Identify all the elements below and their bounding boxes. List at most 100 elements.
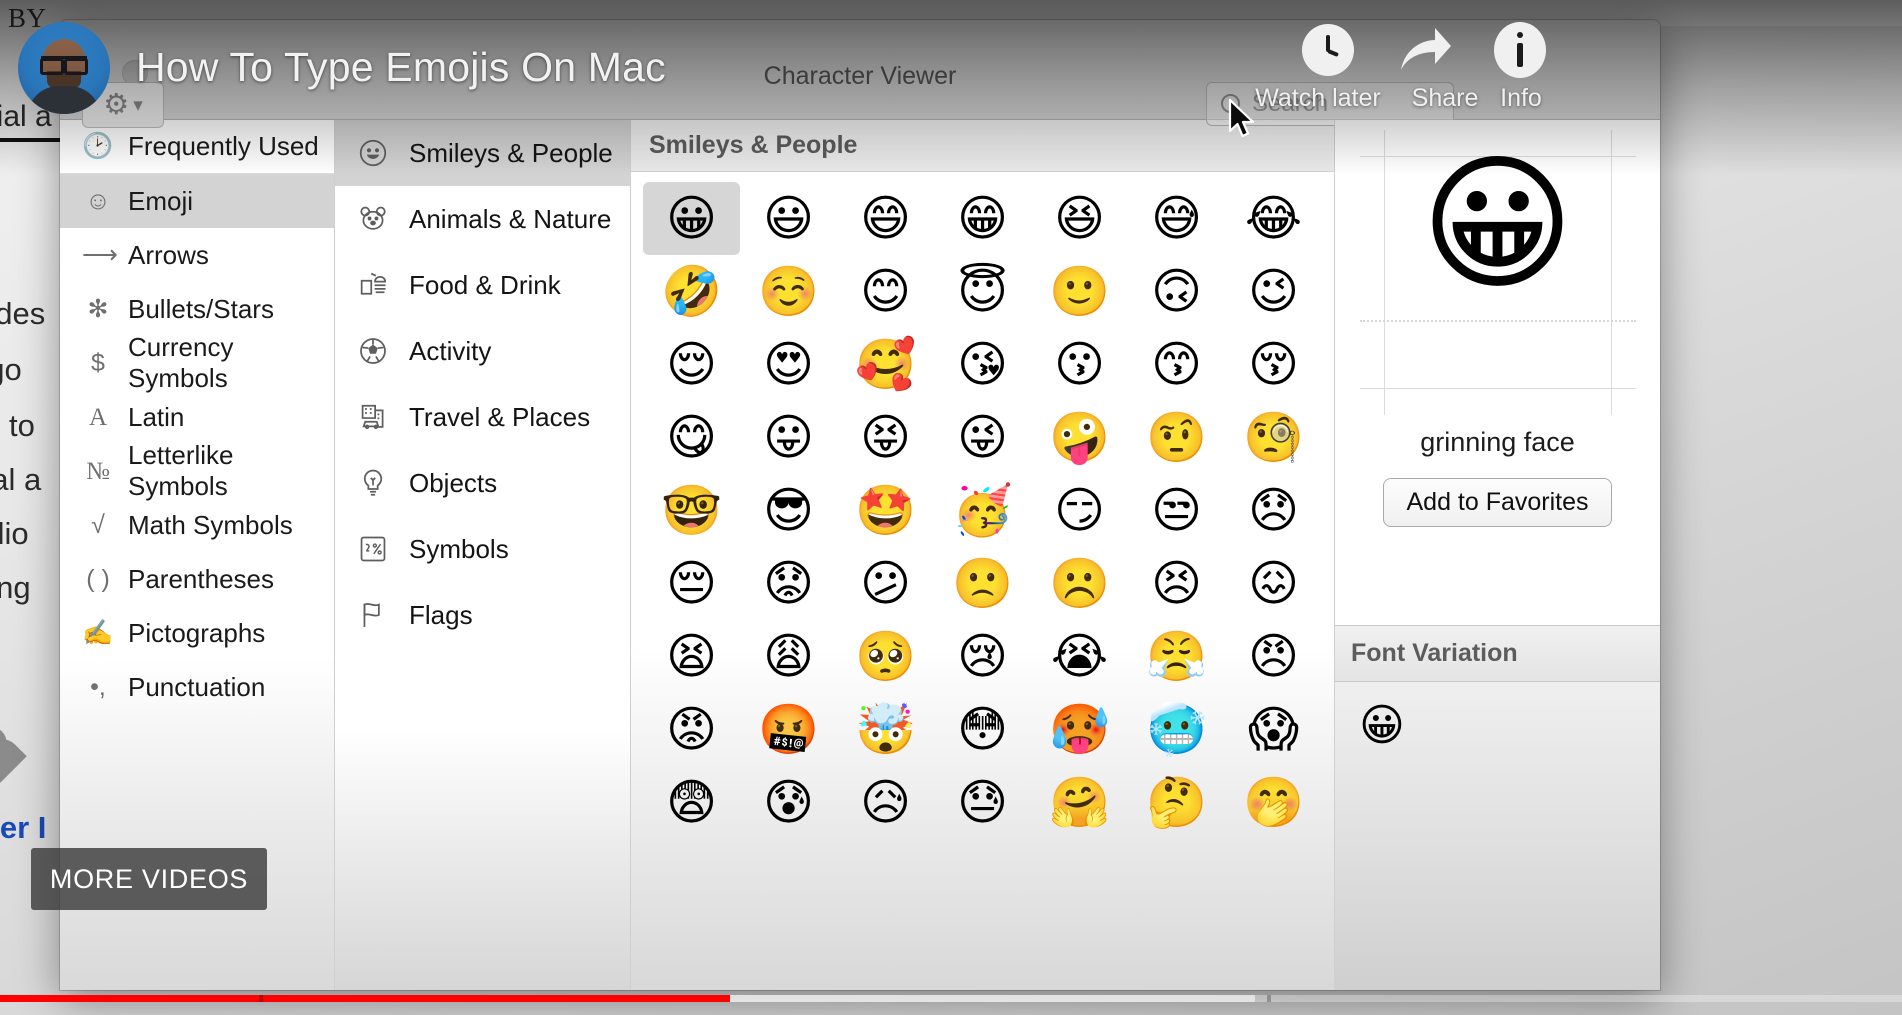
emoji-cell[interactable]: 😙 [1128,328,1225,401]
video-progress-bar[interactable] [0,995,1902,1002]
emoji-cell[interactable]: 😃 [740,182,837,255]
emoji-cell[interactable]: 😱 [1225,693,1322,766]
subcategory-food-drink[interactable]: Food & Drink [335,252,630,318]
emoji-cell[interactable]: 😎 [740,474,837,547]
share-arrow-icon[interactable] [1395,22,1453,78]
emoji-cell[interactable]: 😌 [643,328,740,401]
info-icon[interactable] [1494,22,1546,78]
font-variation-item[interactable]: 😀 [1359,700,1405,751]
emoji-cell[interactable]: 🙁 [934,547,1031,620]
emoji-cell[interactable]: 😭 [1031,620,1128,693]
emoji-cell[interactable]: 😅 [1128,182,1225,255]
sidebar-item-arrows[interactable]: ⟶ Arrows [60,228,334,282]
soccer-icon [355,335,391,367]
emoji-cell[interactable]: 😩 [740,620,837,693]
emoji-cell[interactable]: 🥺 [837,620,934,693]
emoji-cell[interactable]: 😔 [643,547,740,620]
emoji-cell[interactable]: 🥰 [837,328,934,401]
subcategory-smileys-people[interactable]: Smileys & People [335,120,630,186]
emoji-cell[interactable]: 😄 [837,182,934,255]
sidebar-item-pictographs[interactable]: ✍ Pictographs [60,606,334,660]
emoji-cell[interactable]: 😕 [837,547,934,620]
emoji-cell[interactable]: ☹️ [1031,547,1128,620]
sidebar-item-currency-symbols[interactable]: $ Currency Symbols [60,336,334,390]
watch-later-button[interactable]: Watch later [1233,84,1403,113]
emoji-cell[interactable]: 🤬 [740,693,837,766]
emoji-cell[interactable]: 😰 [740,766,837,839]
video-title[interactable]: How To Type Emojis On Mac [136,44,666,91]
emoji-cell[interactable]: 🤯 [837,693,934,766]
emoji-subcategory-list[interactable]: Smileys & People Animals & Nature [335,120,631,990]
emoji-cell[interactable]: 🤩 [837,474,934,547]
emoji-cell[interactable]: 🧐 [1225,401,1322,474]
emoji-cell[interactable]: 🤣 [643,255,740,328]
emoji-cell[interactable]: 😗 [1031,328,1128,401]
subcategory-travel-places[interactable]: Travel & Places [335,384,630,450]
channel-avatar[interactable] [18,22,110,114]
emoji-cell[interactable]: 😓 [934,766,1031,839]
emoji-cell[interactable]: 😒 [1128,474,1225,547]
chevron-down-icon: ▾ [133,96,143,115]
emoji-cell[interactable]: 🙂 [1031,255,1128,328]
emoji-grid-scroll[interactable]: 😀😃😄😁😆😅😂 🤣☺️😊😇🙂🙃😉 😌😍🥰😘😗😙😚 😋😛😝😜🤪🤨🧐 🤓😎🤩🥳😏😒😞 😔😟😕🙁… [631,172,1334,990]
sidebar-item-punctuation[interactable]: •, Punctuation [60,660,334,714]
sidebar-item-frequently-used[interactable]: 🕑 Frequently Used [60,120,334,174]
emoji-cell[interactable]: 😡 [643,693,740,766]
emoji-cell[interactable]: 😘 [934,328,1031,401]
sidebar-item-latin[interactable]: A Latin [60,390,334,444]
emoji-cell[interactable]: 🤪 [1031,401,1128,474]
emoji-cell[interactable]: 😇 [934,255,1031,328]
sidebar-item-bullets-stars[interactable]: ✻ Bullets/Stars [60,282,334,336]
sidebar-item-parentheses[interactable]: ( ) Parentheses [60,552,334,606]
emoji-cell[interactable]: 😜 [934,401,1031,474]
emoji-cell[interactable]: 🤭 [1225,766,1322,839]
subcategory-symbols[interactable]: Symbols [335,516,630,582]
emoji-cell[interactable]: 😞 [1225,474,1322,547]
clock-icon[interactable] [1302,24,1354,76]
sidebar-item-math-symbols[interactable]: √ Math Symbols [60,498,334,552]
emoji-cell[interactable]: 😖 [1225,547,1322,620]
emoji-cell[interactable]: 😳 [934,693,1031,766]
emoji-cell[interactable]: 🤗 [1031,766,1128,839]
sidebar-item-emoji[interactable]: ☺ Emoji [60,174,334,228]
subcategory-objects[interactable]: Objects [335,450,630,516]
emoji-cell[interactable]: 😠 [1225,620,1322,693]
emoji-cell[interactable]: 😤 [1128,620,1225,693]
emoji-cell[interactable]: 🥵 [1031,693,1128,766]
emoji-cell[interactable]: 😣 [1128,547,1225,620]
emoji-cell[interactable]: 😁 [934,182,1031,255]
emoji-cell[interactable]: 😀 [643,182,740,255]
emoji-cell[interactable]: 😆 [1031,182,1128,255]
font-variation-body[interactable]: 😀 [1335,682,1660,990]
emoji-cell[interactable]: 😢 [934,620,1031,693]
emoji-cell[interactable]: 😛 [740,401,837,474]
emoji-cell[interactable]: 🥶 [1128,693,1225,766]
emoji-cell[interactable]: ☺️ [740,255,837,328]
emoji-cell[interactable]: 🤔 [1128,766,1225,839]
emoji-cell[interactable]: 😚 [1225,328,1322,401]
emoji-cell[interactable]: 😫 [643,620,740,693]
emoji-cell[interactable]: 🙃 [1128,255,1225,328]
background-link-fragment[interactable]: vier I [0,810,46,846]
subcategory-animals-nature[interactable]: Animals & Nature [335,186,630,252]
emoji-cell[interactable]: 🤨 [1128,401,1225,474]
emoji-cell[interactable]: 😨 [643,766,740,839]
more-videos-button[interactable]: MORE VIDEOS [31,848,267,910]
sidebar-item-letterlike-symbols[interactable]: № Letterlike Symbols [60,444,334,498]
info-button[interactable]: Info [1466,84,1576,113]
emoji-cell[interactable]: 😏 [1031,474,1128,547]
add-to-favorites-button[interactable]: Add to Favorites [1383,478,1611,527]
emoji-cell[interactable]: 🥳 [934,474,1031,547]
smiley-icon: ☺ [82,189,114,214]
emoji-cell[interactable]: 😉 [1225,255,1322,328]
emoji-cell[interactable]: 😥 [837,766,934,839]
emoji-cell[interactable]: 😂 [1225,182,1322,255]
emoji-cell[interactable]: 😊 [837,255,934,328]
emoji-cell[interactable]: 😍 [740,328,837,401]
emoji-cell[interactable]: 😋 [643,401,740,474]
subcategory-activity[interactable]: Activity [335,318,630,384]
emoji-cell[interactable]: 😟 [740,547,837,620]
emoji-cell[interactable]: 🤓 [643,474,740,547]
subcategory-flags[interactable]: Flags [335,582,630,648]
emoji-cell[interactable]: 😝 [837,401,934,474]
